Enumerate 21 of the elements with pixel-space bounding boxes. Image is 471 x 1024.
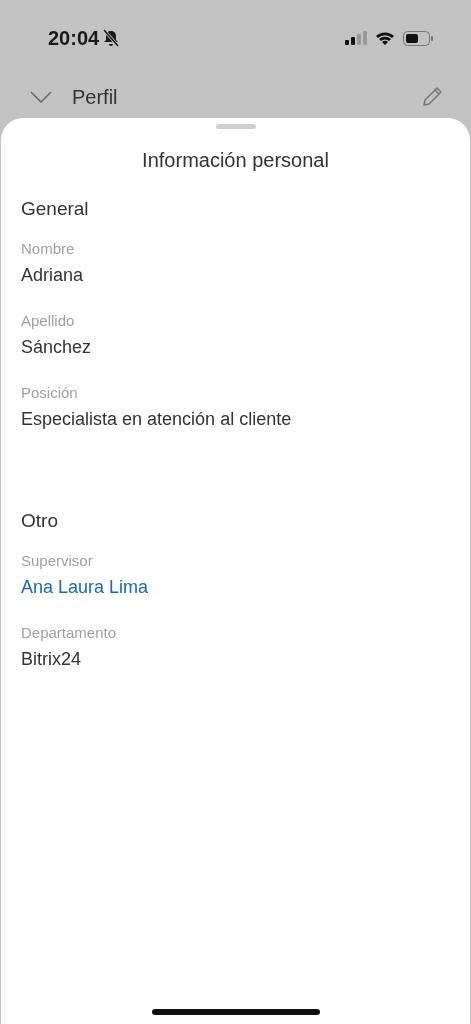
edit-pencil-icon[interactable] — [421, 86, 443, 108]
section-title: Otro — [21, 510, 59, 532]
field-label: Supervisor — [21, 552, 94, 569]
signal-icon — [345, 31, 367, 45]
field-label: Departamento — [21, 624, 118, 641]
field-value: Bitrix24 — [21, 649, 83, 670]
field-value: Sánchez — [21, 337, 93, 358]
collapse-chevron-icon[interactable] — [30, 91, 52, 103]
field-value: Especialista en atención al cliente — [21, 409, 293, 430]
sheet-title: Información personal — [141, 149, 330, 172]
section-title: General — [21, 198, 90, 220]
status-time: 20:04 — [48, 26, 100, 50]
battery-icon — [403, 30, 433, 46]
drag-handle[interactable] — [215, 124, 256, 129]
field-label: Apellido — [21, 312, 76, 329]
header-title: Perfil — [72, 85, 119, 109]
field-value: Adriana — [21, 265, 85, 286]
field-link[interactable]: Ana Laura Lima — [21, 577, 149, 598]
field-label: Nombre — [21, 240, 76, 257]
field-label: Posición — [21, 384, 79, 401]
wifi-icon — [375, 30, 395, 46]
